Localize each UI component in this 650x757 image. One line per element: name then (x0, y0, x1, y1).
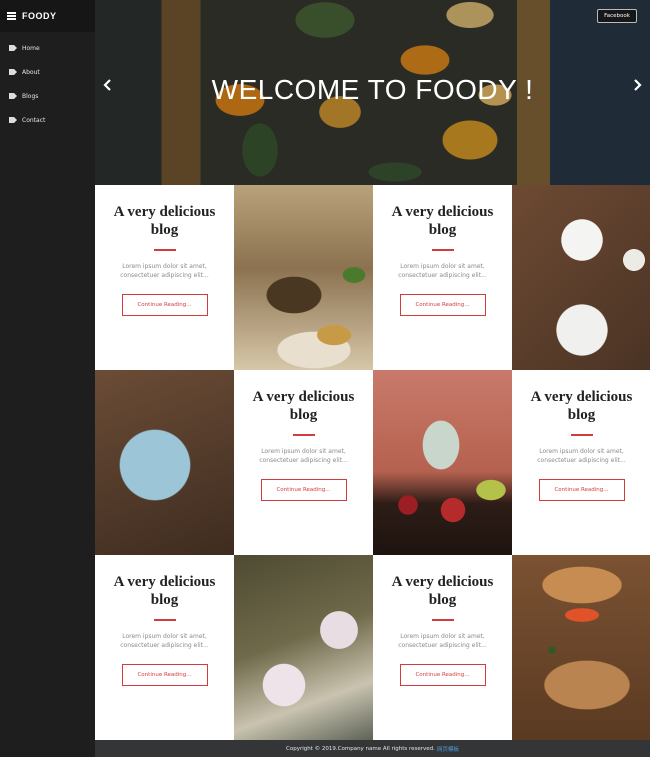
blog-card: A very delicious blog Lorem ipsum dolor … (512, 370, 650, 555)
sidebar-nav: Home About Blogs Contact (0, 32, 95, 132)
sidebar-item-label: Blogs (22, 92, 39, 100)
chevron-right-icon[interactable] (630, 78, 644, 92)
blog-image[interactable] (95, 370, 234, 555)
footer-credit-link[interactable]: 网页模板 (437, 745, 459, 753)
blog-image[interactable] (512, 555, 650, 740)
card-title[interactable]: A very delicious blog (110, 573, 220, 609)
card-title[interactable]: A very delicious blog (388, 203, 498, 239)
blog-card: A very delicious blog Lorem ipsum dolor … (373, 185, 512, 370)
card-divider (153, 249, 176, 251)
brand-bar: FOODY (0, 0, 95, 32)
brand-name[interactable]: FOODY (22, 11, 57, 21)
blog-card: A very delicious blog Lorem ipsum dolor … (234, 370, 373, 555)
sidebar-item-label: Home (22, 44, 40, 52)
continue-reading-button[interactable]: Continue Reading... (260, 479, 347, 501)
facebook-button[interactable]: Facebook (597, 9, 637, 23)
hero-title: WELCOME TO FOODY ! (211, 74, 534, 105)
sidebar-item-contact[interactable]: Contact (0, 108, 95, 132)
sidebar-item-home[interactable]: Home (0, 36, 95, 60)
continue-reading-button[interactable]: Continue Reading... (399, 664, 486, 686)
blog-image[interactable] (512, 185, 650, 370)
card-title[interactable]: A very delicious blog (110, 203, 220, 239)
blog-image[interactable] (373, 370, 512, 555)
blog-card: A very delicious blog Lorem ipsum dolor … (95, 185, 234, 370)
card-divider (570, 434, 593, 436)
card-excerpt: Lorem ipsum dolor sit amet, consectetuer… (537, 448, 626, 464)
continue-reading-button[interactable]: Continue Reading... (399, 294, 486, 316)
tag-icon (9, 69, 17, 75)
card-excerpt: Lorem ipsum dolor sit amet, consectetuer… (120, 633, 209, 649)
sidebar-item-about[interactable]: About (0, 60, 95, 84)
tag-icon (9, 117, 17, 123)
card-divider (431, 249, 454, 251)
card-title[interactable]: A very delicious blog (249, 388, 359, 424)
blog-grid: A very delicious blog Lorem ipsum dolor … (95, 185, 650, 740)
tag-icon (9, 93, 17, 99)
card-divider (153, 619, 176, 621)
card-divider (431, 619, 454, 621)
sidebar-item-label: Contact (22, 116, 46, 124)
continue-reading-button[interactable]: Continue Reading... (538, 479, 625, 501)
footer-copyright: Copyright © 2019.Company name All rights… (286, 745, 435, 752)
chevron-left-icon[interactable] (101, 78, 115, 92)
footer: Copyright © 2019.Company name All rights… (95, 740, 650, 757)
card-excerpt: Lorem ipsum dolor sit amet, consectetuer… (259, 448, 348, 464)
card-title[interactable]: A very delicious blog (527, 388, 637, 424)
continue-reading-button[interactable]: Continue Reading... (121, 664, 208, 686)
blog-image[interactable] (234, 185, 373, 370)
hero-slider: WELCOME TO FOODY ! Facebook (95, 0, 650, 185)
sidebar-item-blogs[interactable]: Blogs (0, 84, 95, 108)
continue-reading-button[interactable]: Continue Reading... (121, 294, 208, 316)
card-title[interactable]: A very delicious blog (388, 573, 498, 609)
card-excerpt: Lorem ipsum dolor sit amet, consectetuer… (398, 263, 487, 279)
blog-image[interactable] (234, 555, 373, 740)
card-excerpt: Lorem ipsum dolor sit amet, consectetuer… (120, 263, 209, 279)
blog-card: A very delicious blog Lorem ipsum dolor … (373, 555, 512, 740)
card-divider (292, 434, 315, 436)
sidebar-item-label: About (22, 68, 40, 76)
hamburger-icon[interactable] (7, 12, 16, 20)
tag-icon (9, 45, 17, 51)
card-excerpt: Lorem ipsum dolor sit amet, consectetuer… (398, 633, 487, 649)
blog-card: A very delicious blog Lorem ipsum dolor … (95, 555, 234, 740)
sidebar: FOODY Home About Blogs Contact (0, 0, 95, 757)
